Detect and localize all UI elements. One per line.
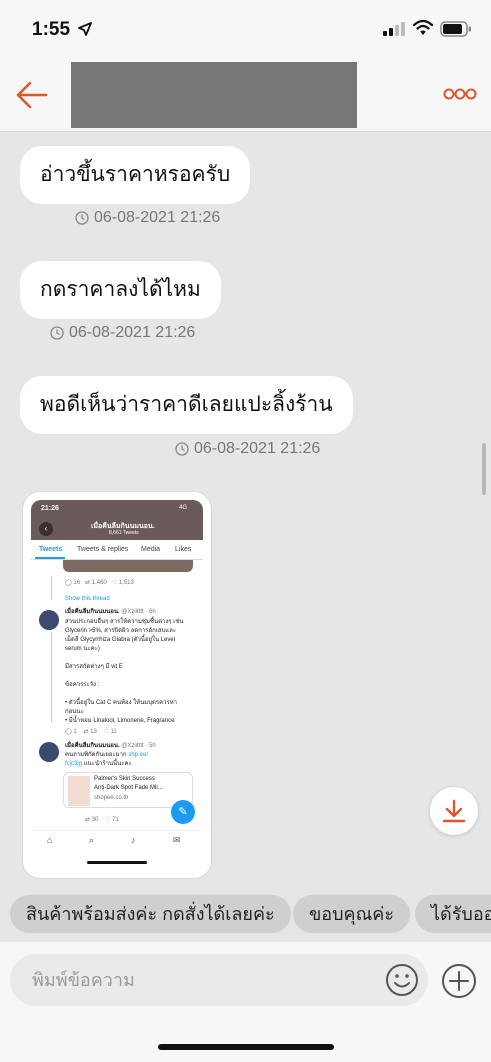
- shot-time: 21:26: [41, 505, 59, 512]
- shot-tabs: Tweets Tweets & replies Media Likes: [31, 540, 203, 560]
- shot-tweet-header: เมื่อคืนลืมกินนมนอน. @Xziitttt · 5h: [65, 742, 156, 751]
- shot-bell-icon: ♪: [131, 835, 136, 845]
- shot-card-domain: shopee.co.th: [94, 795, 129, 801]
- signal-icon: [383, 22, 405, 36]
- chat-messages[interactable]: อ่าวขึ้นราคาหรอครับ 06-08-2021 21:26 กดร…: [0, 133, 491, 888]
- shot-media: [63, 560, 193, 572]
- shot-replies: 1: [73, 729, 77, 735]
- wifi-icon: [413, 20, 433, 35]
- shot-tweet-body: คนถามพิกัดกันเยอะมาก shp.ee/: [65, 751, 148, 760]
- shot-tab: Media: [141, 546, 161, 553]
- shot-bottom-nav: ⌂ ⌕ ♪ ✉: [31, 830, 203, 850]
- shot-card-title: Anti-Dark Spot Fade Mil...: [94, 785, 163, 791]
- shot-tweet-body: fcjc3jg แนะนำร้านนี้นะคะ: [65, 760, 132, 769]
- back-arrow-icon[interactable]: [14, 77, 50, 113]
- shot-mail-icon: ✉: [173, 835, 181, 845]
- shot-tab-underline: [35, 557, 65, 559]
- message-input-container: [10, 954, 428, 1006]
- quick-reply-chip[interactable]: ได้รับออ: [415, 895, 491, 933]
- location-arrow-icon: [78, 22, 92, 36]
- shot-avatar: [39, 742, 59, 762]
- shot-compose-icon: ✎: [171, 800, 195, 824]
- shot-stats: ◯ 1 ⇄ 13 ♡ 11: [65, 729, 117, 735]
- shot-home-icon: ⌂: [47, 835, 53, 845]
- shot-replies: 16: [73, 580, 81, 586]
- clock-icon: [175, 442, 189, 456]
- message-time: 06-08-2021 21:26: [194, 440, 321, 457]
- shot-tweet-link: shp.ee/: [128, 752, 148, 758]
- shot-show-thread: Show this thread: [65, 596, 110, 602]
- shot-tweet-line: ก่อนนะ: [65, 709, 84, 715]
- message-input[interactable]: [32, 954, 372, 1006]
- shot-card-title: Palmer's Skin Success: [94, 776, 155, 782]
- shot-tab: Tweets: [39, 546, 63, 553]
- shot-tweet-line: • มีน้ำหอม Linalool, Limonene, Fragrance: [65, 718, 175, 724]
- shot-thread-line: [51, 576, 52, 600]
- shot-tab: Tweets & replies: [77, 546, 129, 553]
- battery-icon: [440, 21, 471, 37]
- emoji-icon[interactable]: [384, 962, 420, 998]
- shot-home-bar: [87, 861, 147, 864]
- contact-name: [71, 62, 357, 128]
- shot-likes: 11: [110, 729, 117, 735]
- shot-thread-line: [51, 632, 52, 722]
- message-time: 06-08-2021 21:26: [94, 209, 221, 226]
- shot-back-icon: ‹: [39, 522, 53, 536]
- shot-likes: 71: [112, 817, 119, 823]
- message-bubble[interactable]: อ่าวขึ้นราคาหรอครับ: [20, 146, 251, 204]
- shot-tweet-line: มีสารสกัดต่างๆ มี vit E: [65, 664, 123, 670]
- shot-author: เมื่อคืนลืมกินนมนอน.: [65, 609, 120, 615]
- shot-search-icon: ⌕: [89, 835, 95, 845]
- status-bar: 1:55: [0, 0, 491, 60]
- message-time: 06-08-2021 21:26: [69, 324, 196, 341]
- shot-likes: 1,513: [118, 580, 134, 586]
- shot-author: เมื่อคืนลืมกินนมนอน.: [65, 743, 120, 749]
- shot-product-image: [68, 776, 90, 806]
- shot-retweets: 1,460: [91, 580, 107, 586]
- download-arrow-icon: [442, 799, 466, 823]
- quick-replies-bar[interactable]: สินค้าพร้อมส่งค่ะ กดสั่งได้เลยค่ะ ขอบคุณ…: [0, 888, 491, 942]
- shot-tweet-link: fcjc3jg: [65, 761, 83, 767]
- composer: [0, 942, 491, 1062]
- shot-profile-header: 21:26 4G ‹ เมื่อคืนลืมกินนมนอน. 8,661 Tw…: [31, 500, 203, 540]
- shot-retweets: 30: [91, 817, 99, 823]
- quick-reply-chip[interactable]: สินค้าพร้อมส่งค่ะ กดสั่งได้เลยค่ะ: [10, 895, 291, 933]
- message-timestamp: 06-08-2021 21:26: [75, 209, 220, 227]
- shot-retweets: 13: [90, 729, 97, 735]
- chat-header: [0, 60, 491, 132]
- shot-tweet-line: serum นะคะ): [65, 646, 100, 652]
- message-timestamp: 06-08-2021 21:26: [50, 324, 195, 342]
- image-message[interactable]: 21:26 4G ‹ เมื่อคืนลืมกินนมนอน. 8,661 Tw…: [22, 491, 212, 879]
- shot-avatar: [39, 610, 59, 630]
- shot-signal: 4G: [179, 505, 188, 511]
- shot-tweet-line: เม็ดสี Glycyrrhiza Glabra (ตัวนี้อยู่ใน …: [65, 637, 176, 643]
- shot-handle: @Xziitttt · 6h: [121, 609, 156, 615]
- clock-icon: [75, 211, 89, 225]
- shot-tweet-line: • ตัวนี้อยู่ใน Cat C คนท้อง ให้นมบุตรควร…: [65, 700, 178, 706]
- shot-tab: Likes: [175, 546, 192, 553]
- message-timestamp: 06-08-2021 21:26: [175, 440, 320, 458]
- clock-icon: [50, 326, 64, 340]
- scrollbar[interactable]: [482, 443, 486, 495]
- shot-tweet-text: คนถามพิกัดกันเยอะมาก: [65, 752, 127, 758]
- message-bubble[interactable]: พอดีเห็นว่าราคาดีเลยแปะลิ้งร้าน: [20, 376, 353, 434]
- shot-tweet-count: 8,661 Tweets: [109, 530, 139, 536]
- scroll-to-bottom-button[interactable]: [430, 787, 478, 835]
- shot-stats: ⇄ 30 ♡ 71: [85, 817, 119, 823]
- shot-handle: @Xziitttt · 5h: [121, 743, 156, 749]
- shot-tweet-text: แนะนำร้านนี้นะคะ: [83, 761, 132, 767]
- shot-tweet-line: ส่วนประกอบอื่นๆ สารให้ความชุ่มชื้นต่างๆ …: [65, 619, 184, 625]
- quick-reply-chip[interactable]: ขอบคุณค่ะ: [293, 895, 410, 933]
- status-time: 1:55: [32, 19, 71, 40]
- more-dots-icon[interactable]: [440, 82, 480, 106]
- shot-tweet-header: เมื่อคืนลืมกินนมนอน. @Xziitttt · 6h: [65, 608, 156, 617]
- home-indicator: [158, 1044, 334, 1050]
- shot-tweet-line: ข้อควรระวัง :: [65, 682, 100, 688]
- plus-icon[interactable]: [440, 962, 478, 1000]
- shot-stats: ◯ 16 ⇄ 1,460 ♡ 1,513: [65, 580, 134, 586]
- message-bubble[interactable]: กดราคาลงได้ไหม: [20, 261, 221, 319]
- shot-tweet-body: ส่วนประกอบอื่นๆ สารให้ความชุ่มชื้นต่างๆ …: [65, 618, 183, 726]
- shot-tweet-line: Glycerin >5%, สารปิดผิว ลดการอักเสบและ: [65, 628, 177, 634]
